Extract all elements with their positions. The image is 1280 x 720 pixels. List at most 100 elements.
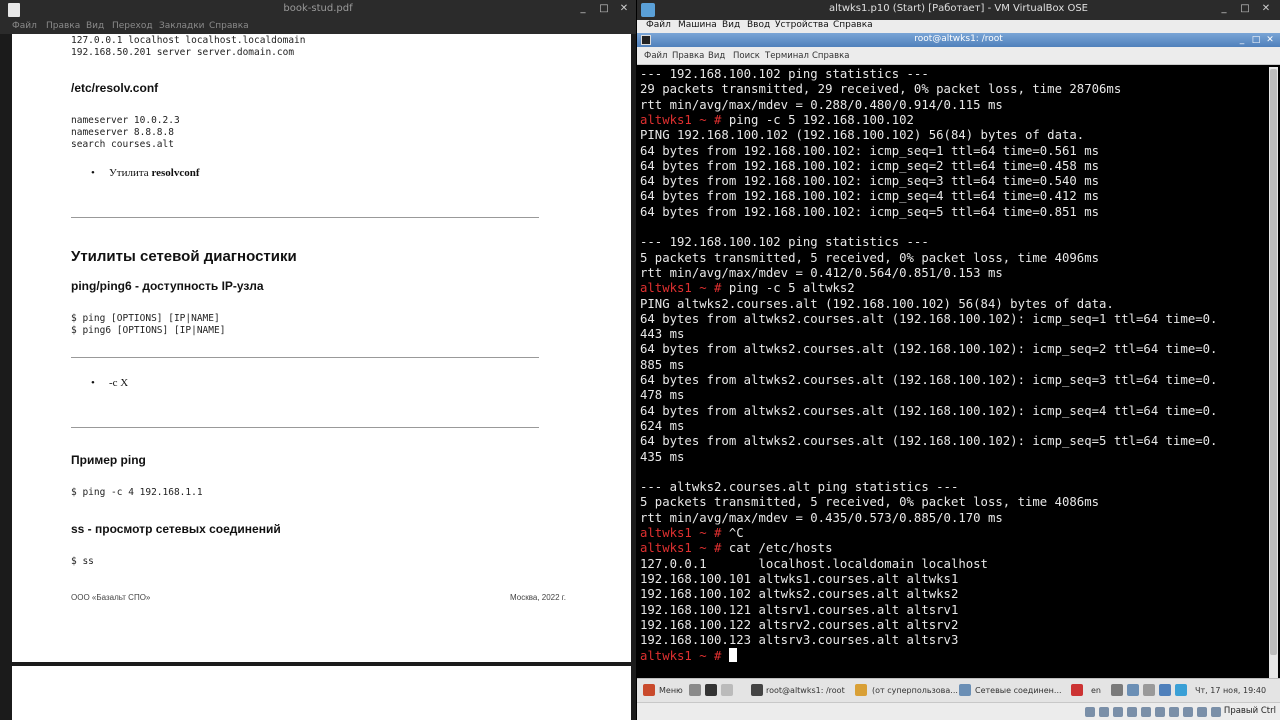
file-manager-icon[interactable] [689,684,701,696]
shell-prompt: altwks1 ~ # [640,649,729,664]
notification-tray-icon[interactable] [1175,684,1187,696]
audio-status-icon[interactable] [1113,707,1123,717]
command-output: PING altwks2.courses.alt (192.168.100.10… [640,296,1114,311]
terminal-line: 64 bytes from altwks2.courses.alt (192.1… [640,404,1217,419]
footer-company: ООО «Базальт СПО» [71,593,151,602]
vbox-titlebar[interactable]: altwks1.p10 (Start) [Работает] - VM Virt… [637,0,1280,20]
term-menu-search[interactable]: Поиск [733,51,760,61]
example-code: $ ping -c 4 192.168.1.1 [71,487,203,498]
terminal-launcher-icon[interactable] [705,684,717,696]
usb-status-icon[interactable] [1141,707,1151,717]
network-tray-icon[interactable] [1111,684,1123,696]
terminal-line: 5 packets transmitted, 5 received, 0% pa… [640,495,1099,510]
close-icon[interactable]: ✕ [1259,2,1273,16]
clipboard-tray-icon[interactable] [1159,684,1171,696]
section-title: Утилиты сетевой диагностики [71,248,297,265]
mouse-integration-icon[interactable] [1197,707,1207,717]
terminal-line: rtt min/avg/max/mdev = 0.412/0.564/0.851… [640,266,1003,281]
volume-tray-icon[interactable] [1127,684,1139,696]
vbox-menu-devices[interactable]: Устройства [775,20,829,30]
start-menu-icon[interactable] [643,684,655,696]
shared-folder-icon[interactable] [1155,707,1165,717]
terminal-line: 478 ms [640,388,684,403]
keyboard-capture-icon[interactable] [1211,707,1221,717]
command-output: 192.168.100.121 altsrv1.courses.alt alts… [640,602,959,617]
maximize-icon[interactable]: □ [1250,34,1262,46]
vbox-menu-machine[interactable]: Машина [678,20,717,30]
display-status-icon[interactable] [1169,707,1179,717]
ss-code: $ ss [71,556,94,567]
minimize-icon[interactable]: _ [576,2,590,16]
command-output: rtt min/avg/max/mdev = 0.288/0.480/0.914… [640,97,1003,112]
shell-command: ping -c 5 192.168.100.102 [728,112,914,127]
menu-edit[interactable]: Правка [46,21,80,31]
term-menu-terminal[interactable]: Терминал [765,51,809,61]
task-superuser[interactable]: (от суперпользова... [872,683,958,699]
bullet-dot: • [91,167,95,179]
close-icon[interactable]: ✕ [617,2,631,16]
vbox-menu-view[interactable]: Вид [722,20,740,30]
browser-icon[interactable] [721,684,733,696]
terminal-line: 624 ms [640,419,684,434]
terminal-scrollbar[interactable] [1269,67,1278,678]
bullet-bold-text: resolvconf [151,167,200,179]
task-network-icon [959,684,971,696]
command-output: 5 packets transmitted, 5 received, 0% pa… [640,495,1100,510]
pdf-titlebar[interactable]: book-stud.pdf _ □ ✕ [0,0,636,20]
term-menu-help[interactable]: Справка [812,51,849,61]
recording-status-icon[interactable] [1183,707,1193,717]
task-network-connections[interactable]: Сетевые соединен... [975,683,1062,699]
keyboard-layout[interactable]: en [1091,683,1101,699]
command-output: 885 ms [640,357,685,372]
command-output: 478 ms [640,388,685,403]
menu-go[interactable]: Переход [112,21,153,31]
vbox-menu-input[interactable]: Ввод [747,20,770,30]
scrollbar-thumb[interactable] [1270,69,1277,655]
shell-prompt: altwks1 ~ # [640,112,729,127]
ping-usage-code: $ ping [OPTIONS] [IP|NAME] $ ping6 [OPTI… [71,313,226,336]
terminal-line: 64 bytes from 192.168.100.102: icmp_seq=… [640,205,1099,220]
command-output: rtt min/avg/max/mdev = 0.412/0.564/0.851… [640,265,1003,280]
terminal-line: 127.0.0.1 localhost.localdomain localhos… [640,557,988,572]
shell-prompt: altwks1 ~ # [640,526,729,540]
terminal-titlebar[interactable]: root@altwks1: /root _ □ ✕ [637,33,1280,47]
command-output: 64 bytes from altwks2.courses.alt (192.1… [640,373,1218,387]
menu-file[interactable]: Файл [12,21,37,31]
vbox-menu-file[interactable]: Файл [646,20,671,30]
resolv-heading: /etc/resolv.conf [71,81,159,95]
command-output: rtt min/avg/max/mdev = 0.435/0.573/0.885… [640,510,1003,525]
menu-help[interactable]: Справка [209,21,249,31]
command-output: 624 ms [640,418,685,433]
terminal-line: PING altwks2.courses.alt (192.168.100.10… [640,297,1114,312]
network-status-icon[interactable] [1127,707,1137,717]
terminal-output[interactable]: --- 192.168.100.102 ping statistics --- 2… [640,67,1266,678]
menu-bookmarks[interactable]: Закладки [159,21,205,31]
maximize-icon[interactable]: □ [1238,2,1252,16]
hdd-status-icon[interactable] [1085,707,1095,717]
terminal-line: --- 192.168.100.102 ping statistics --- [640,67,929,82]
terminal-line: 64 bytes from 192.168.100.102: icmp_seq=… [640,159,1099,174]
updates-tray-icon[interactable] [1143,684,1155,696]
task-terminal[interactable]: root@altwks1: /root [766,683,845,699]
vbox-statusbar: Правый Ctrl [637,702,1280,720]
term-menu-edit[interactable]: Правка [672,51,704,61]
term-menu-view[interactable]: Вид [708,51,725,61]
pdf-next-page[interactable] [12,666,631,720]
divider [71,357,539,358]
minimize-icon[interactable]: _ [1217,2,1231,16]
command-output: --- 192.168.100.102 ping statistics --- [640,235,929,250]
term-menu-file[interactable]: Файл [644,51,667,61]
close-icon[interactable]: ✕ [1264,34,1276,46]
vbox-menu-help[interactable]: Справка [833,20,873,30]
minimize-icon[interactable]: _ [1236,34,1248,46]
start-menu-button[interactable]: Меню [659,683,683,699]
command-output: 64 bytes from 192.168.100.102: icmp_seq=… [640,189,1100,204]
optical-status-icon[interactable] [1099,707,1109,717]
command-output: 64 bytes from 192.168.100.102: icmp_seq=… [640,143,1100,158]
command-output: 192.168.100.102 altwks2.courses.alt altw… [640,587,959,602]
clock[interactable]: Чт, 17 ноя, 19:40 [1195,683,1266,699]
tray-app-icon[interactable] [1071,684,1083,696]
maximize-icon[interactable]: □ [597,2,611,16]
pdf-page[interactable]: 127.0.0.1 localhost localhost.localdomai… [12,34,631,662]
menu-view[interactable]: Вид [86,21,104,31]
